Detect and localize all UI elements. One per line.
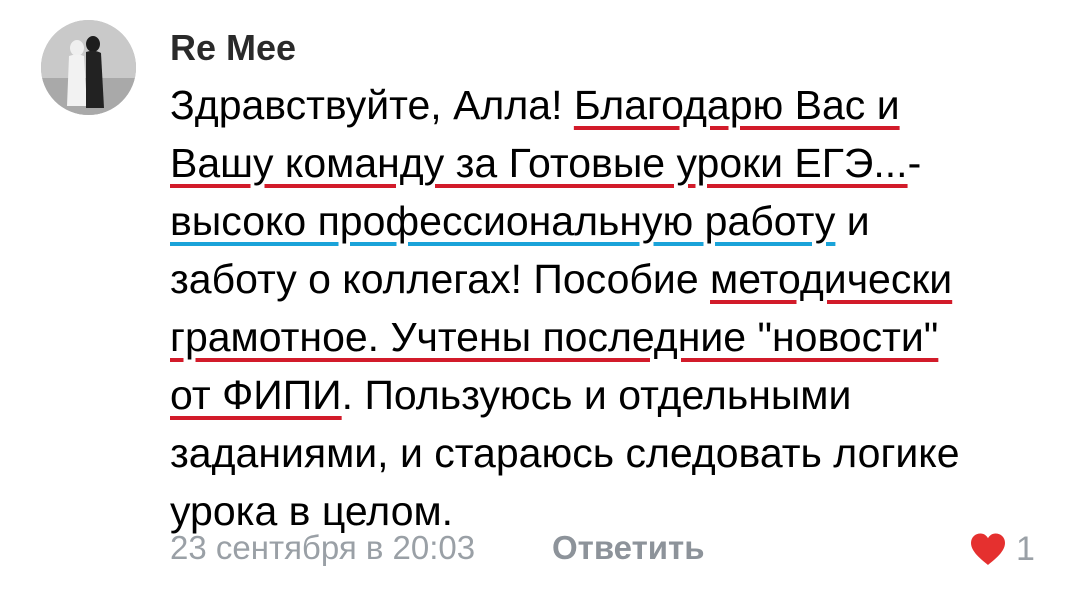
text-segment: заботу о коллегах! Пособие <box>170 256 711 302</box>
comment-text-line: Здравствуйте, Алла! Благодарю Вас и <box>170 76 1050 134</box>
text-segment: - <box>907 140 922 186</box>
avatar[interactable] <box>41 20 136 115</box>
avatar-photo <box>41 20 136 115</box>
comment-text: Здравствуйте, Алла! Благодарю Вас и Вашу … <box>170 76 1050 540</box>
reply-button[interactable]: Ответить <box>552 526 705 570</box>
text-segment: и <box>835 198 870 244</box>
comment-timestamp: 23 сентября в 20:03 <box>170 529 476 566</box>
comment-card: Re Mee Здравствуйте, Алла! Благодарю Вас… <box>0 0 1080 614</box>
highlighted-phrase-blue: высоко профессиональную работу <box>170 198 836 244</box>
like-count: 1 <box>1016 530 1035 568</box>
highlighted-phrase-red: методически <box>710 256 953 302</box>
text-segment: заданиями, и стараюсь следовать логике <box>170 430 960 476</box>
comment-text-line: высоко профессиональную работу и <box>170 192 1050 250</box>
like-button[interactable]: 1 <box>968 527 1035 571</box>
highlighted-phrase-red: Вашу команду за Готовые уроки ЕГЭ... <box>170 140 908 186</box>
comment-text-line: грамотное. Учтены последние "новости" <box>170 308 1050 366</box>
heart-icon <box>968 531 1008 567</box>
highlighted-phrase-red: Благодарю Вас и <box>573 82 900 128</box>
highlighted-phrase-red: от ФИПИ <box>170 372 342 418</box>
comment-text-line: Вашу команду за Готовые уроки ЕГЭ...- <box>170 134 1050 192</box>
highlighted-phrase-red: грамотное. Учтены последние "новости" <box>170 314 939 360</box>
comment-text-line: от ФИПИ. Пользуюсь и отдельными <box>170 366 1050 424</box>
comment-text-line: заботу о коллегах! Пособие методически <box>170 250 1050 308</box>
comment-text-line: заданиями, и стараюсь следовать логике <box>170 424 1050 482</box>
text-segment: . Пользуюсь и отдельными <box>341 372 852 418</box>
text-segment: Здравствуйте, Алла! <box>170 82 574 128</box>
author-name[interactable]: Re Mee <box>170 26 296 70</box>
